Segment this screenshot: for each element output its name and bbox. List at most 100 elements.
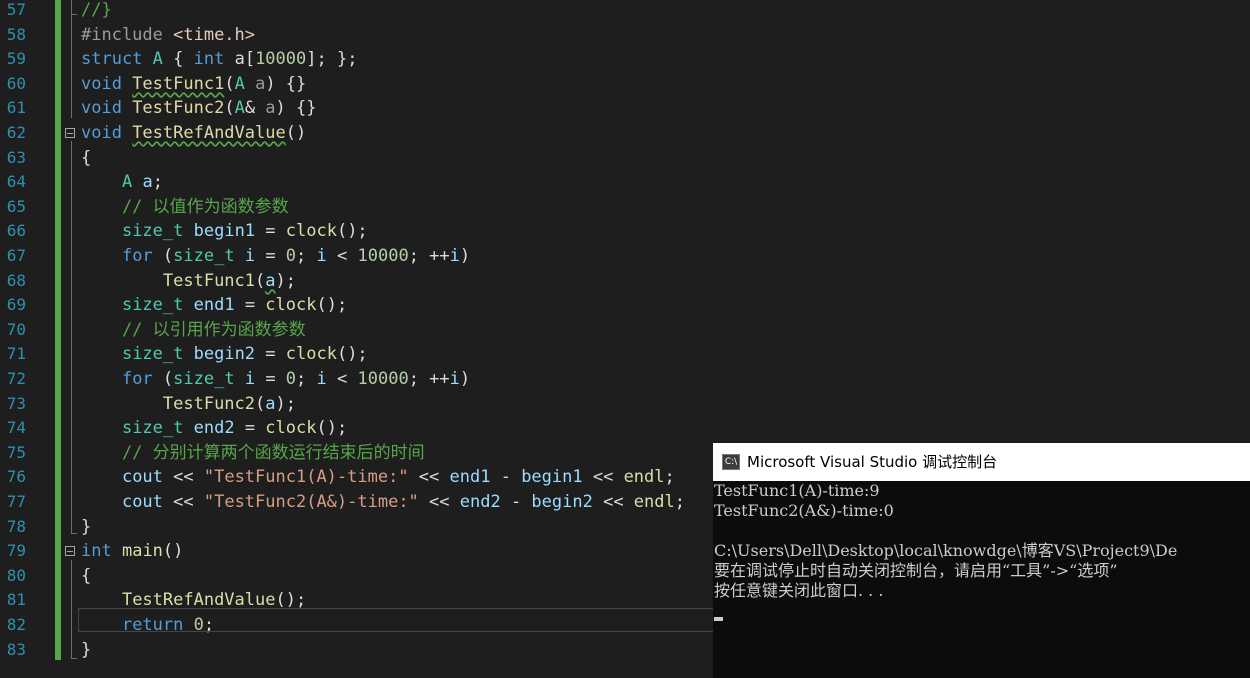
code-line[interactable]: 70 // 以引用作为函数参数 <box>0 318 1250 343</box>
code-token: i <box>244 246 256 266</box>
code-text: void TestFunc2(A& a) {} <box>81 96 317 121</box>
code-token: ) <box>459 369 471 389</box>
code-token: size_t <box>173 369 235 389</box>
line-number: 73 <box>6 393 26 413</box>
code-token: (); <box>336 221 368 242</box>
code-line[interactable]: 71 size_t begin2 = clock(); <box>0 342 1250 367</box>
code-line[interactable]: 63 { <box>0 146 1250 171</box>
code-token: i <box>316 246 327 266</box>
code-token: a <box>265 270 276 291</box>
code-line[interactable]: 57 //} <box>0 0 1250 23</box>
console-line: C:\Users\Dell\Desktop\local\knowdge\博客VS… <box>714 541 1178 560</box>
debug-console-window[interactable]: C:\ Microsoft Visual Studio 调试控制台 TestFu… <box>713 443 1250 678</box>
code-token: TestFunc2 <box>162 393 256 414</box>
code-token: A <box>234 98 245 119</box>
code-line[interactable]: 74 size_t end2 = clock(); <box>0 416 1250 441</box>
code-token: << <box>592 492 634 512</box>
code-line[interactable]: 73 TestFunc2(a); <box>0 392 1250 417</box>
code-token: TestFunc2 <box>132 98 225 119</box>
code-token: << <box>162 467 204 488</box>
code-line[interactable]: 64 A a; <box>0 170 1250 195</box>
console-output[interactable]: TestFunc1(A)-time:9 TestFunc2(A&)-time:0… <box>713 481 1250 678</box>
line-number: 72 <box>6 369 26 388</box>
code-token: // 以引用作为函数参数 <box>81 319 306 340</box>
line-number: 79 <box>6 541 26 561</box>
code-text: // 以值作为函数参数 <box>81 195 289 220</box>
code-token: { <box>81 147 92 168</box>
code-token: a <box>142 172 153 193</box>
code-text: void TestRefAndValue() <box>81 121 306 146</box>
line-number: 70 <box>6 319 26 339</box>
code-token: - <box>500 492 532 512</box>
line-number: 74 <box>6 418 26 438</box>
code-token: clock <box>285 344 337 365</box>
code-line[interactable]: 58 #include <time.h> <box>0 23 1250 48</box>
code-token: ( <box>255 393 266 414</box>
collapse-icon[interactable] <box>65 546 75 557</box>
console-title: Microsoft Visual Studio 调试控制台 <box>747 453 998 471</box>
code-line[interactable]: 67 for (size_t i = 0; i < 10000; ++i) <box>0 244 1250 269</box>
line-number: 81 <box>6 590 26 610</box>
code-token: ; <box>152 172 163 193</box>
console-titlebar[interactable]: C:\ Microsoft Visual Studio 调试控制台 <box>713 443 1250 481</box>
code-token: void <box>81 98 133 119</box>
code-token: //} <box>81 0 112 20</box>
code-token: 0 <box>285 369 297 389</box>
code-text: //} <box>81 0 112 23</box>
code-token: <time.h> <box>173 24 256 45</box>
code-token: = <box>255 344 286 365</box>
code-text: size_t end2 = clock(); <box>81 416 347 441</box>
code-token: TestFunc1 <box>132 73 225 94</box>
code-token: a <box>265 393 276 414</box>
code-token: int <box>81 541 112 562</box>
code-text: } <box>81 638 91 663</box>
code-line[interactable]: 68 TestFunc1(a); <box>0 269 1250 294</box>
code-token: << <box>418 492 460 512</box>
line-number: 69 <box>6 295 26 315</box>
code-line[interactable]: 66 size_t begin1 = clock(); <box>0 219 1250 244</box>
code-token: i <box>449 369 460 389</box>
code-line[interactable]: 61 void TestFunc2(A& a) {} <box>0 96 1250 121</box>
line-number: 78 <box>6 516 26 536</box>
code-token: a <box>255 73 266 94</box>
code-token: // 分别计算两个函数运行结束后的时间 <box>81 442 425 463</box>
line-number: 76 <box>6 467 26 487</box>
code-token: for <box>121 246 153 266</box>
code-line[interactable]: 60 void TestFunc1(A a) {} <box>0 72 1250 97</box>
code-token: (); <box>316 418 348 439</box>
code-token: void <box>81 123 133 143</box>
code-token: begin2 <box>193 344 256 365</box>
code-token: { <box>81 565 92 586</box>
code-token: ; <box>674 492 685 512</box>
line-number: 57 <box>6 0 26 19</box>
code-line[interactable]: 62 void TestRefAndValue() <box>0 121 1250 146</box>
code-line[interactable]: 69 size_t end1 = clock(); <box>0 293 1250 318</box>
line-number: 68 <box>6 270 26 290</box>
code-line[interactable]: 65 // 以值作为函数参数 <box>0 195 1250 220</box>
code-token: } <box>81 516 92 537</box>
code-token: (); <box>316 295 348 316</box>
code-token: end2 <box>193 418 235 439</box>
code-text: { <box>81 146 91 171</box>
code-token: 10000 <box>357 369 409 389</box>
line-number: 77 <box>6 492 26 511</box>
console-app-icon: C:\ <box>722 454 740 470</box>
code-token: end1 <box>449 467 491 488</box>
collapse-icon[interactable] <box>65 128 75 138</box>
code-token: cout <box>121 467 163 488</box>
code-line[interactable]: 59 struct A { int a[10000]; }; <box>0 47 1250 72</box>
code-line[interactable]: 72 for (size_t i = 0; i < 10000; ++i) <box>0 367 1250 392</box>
console-line: TestFunc1(A)-time:9 <box>714 481 880 500</box>
code-token: end1 <box>193 295 235 316</box>
code-text: struct A { int a[10000]; }; <box>81 47 357 72</box>
text-cursor <box>714 617 723 621</box>
code-text: // 分别计算两个函数运行结束后的时间 <box>81 441 425 466</box>
code-token: int <box>193 49 225 70</box>
